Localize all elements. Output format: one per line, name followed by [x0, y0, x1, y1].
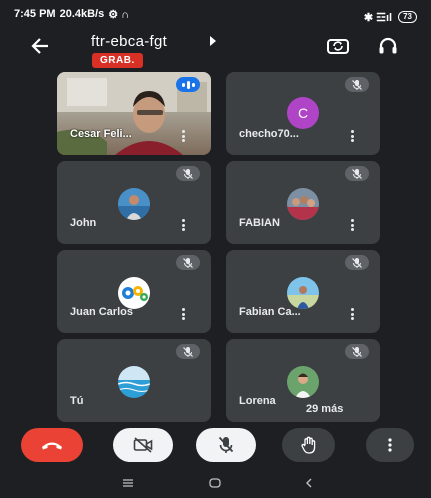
avatar-photo [118, 366, 150, 398]
participant-tile[interactable]: John [57, 161, 211, 244]
participant-tile[interactable]: Fabian Ca... [226, 250, 380, 333]
signal-icons: ✱ ☲ıl [363, 11, 393, 24]
menu-lines-icon [123, 479, 133, 487]
recording-badge: GRAB. [92, 53, 143, 68]
more-options-icon[interactable] [349, 130, 355, 142]
avatar-photo [287, 366, 319, 398]
mic-off-icon [218, 436, 234, 453]
phone-hangup-icon [42, 442, 62, 450]
meeting-title[interactable]: ftr-ebca-fgt [91, 33, 167, 50]
switch-camera-button[interactable] [327, 37, 349, 55]
participant-name: Tú [70, 395, 84, 407]
mic-off-icon [345, 344, 369, 359]
back-button[interactable] [30, 36, 56, 58]
mic-off-icon [345, 77, 369, 92]
more-options-icon[interactable] [349, 308, 355, 320]
participant-name: Lorena [239, 395, 276, 407]
home-circle-icon [209, 478, 221, 488]
camera-toggle-button[interactable] [113, 428, 173, 462]
mic-off-icon [176, 166, 200, 181]
more-options-icon[interactable] [180, 308, 186, 320]
chevron-left-icon [306, 478, 312, 488]
avatar-photo [118, 277, 150, 309]
participant-tile[interactable]: C checho70... [226, 72, 380, 155]
mic-toggle-button[interactable] [196, 428, 256, 462]
mic-off-icon [176, 255, 200, 270]
back-nav-button[interactable] [298, 474, 320, 492]
avatar-photo [287, 277, 319, 309]
participant-tile[interactable]: FABIAN [226, 161, 380, 244]
participant-name: FABIAN [239, 217, 280, 229]
participant-name: John [70, 217, 97, 229]
camera-off-icon [133, 437, 153, 453]
hand-icon [300, 436, 315, 454]
switch-camera-icon [327, 39, 349, 54]
status-extra-icons: ⚙ ∩ [108, 9, 130, 21]
speaking-indicator-icon [176, 77, 200, 92]
participant-name: Fabian Ca... [239, 306, 301, 318]
more-options-icon[interactable] [180, 130, 186, 142]
avatar-photo [118, 188, 150, 220]
system-nav-bar [0, 470, 431, 498]
more-options-icon[interactable] [180, 219, 186, 231]
audio-output-button[interactable] [378, 37, 398, 55]
headphones-icon [379, 37, 397, 54]
arrow-left-icon [31, 38, 48, 54]
more-vertical-icon [388, 438, 392, 452]
participant-tile[interactable]: Tú [57, 339, 211, 422]
call-header: ftr-ebca-fgt GRAB. [0, 30, 431, 74]
chevron-right-icon[interactable] [209, 36, 217, 46]
mic-off-icon [176, 344, 200, 359]
mic-off-icon [345, 255, 369, 270]
more-options-button[interactable] [366, 428, 414, 462]
battery-icon: 73 [398, 11, 417, 23]
participant-tile-video[interactable]: Cesar Feli... [57, 72, 211, 155]
avatar-photo [287, 188, 319, 220]
status-time: 7:45 PM [14, 8, 56, 20]
participant-name: checho70... [239, 128, 299, 140]
status-bar: 7:45 PM 20.4kB/s ⚙ ∩ ✱ ☲ıl 73 [0, 0, 431, 26]
participant-name: Cesar Feli... [70, 128, 132, 140]
end-call-button[interactable] [21, 428, 83, 462]
raise-hand-button[interactable] [282, 428, 335, 462]
participant-name: Juan Carlos [70, 306, 133, 318]
recents-button[interactable] [117, 474, 139, 492]
participant-tile[interactable]: Juan Carlos [57, 250, 211, 333]
call-controls [0, 428, 431, 468]
home-button[interactable] [204, 474, 226, 492]
mic-off-icon [345, 166, 369, 181]
avatar-letter: C [287, 97, 319, 129]
more-participants-chip[interactable]: 29 más [296, 399, 354, 419]
status-speed: 20.4kB/s [59, 8, 105, 20]
more-options-icon[interactable] [349, 219, 355, 231]
